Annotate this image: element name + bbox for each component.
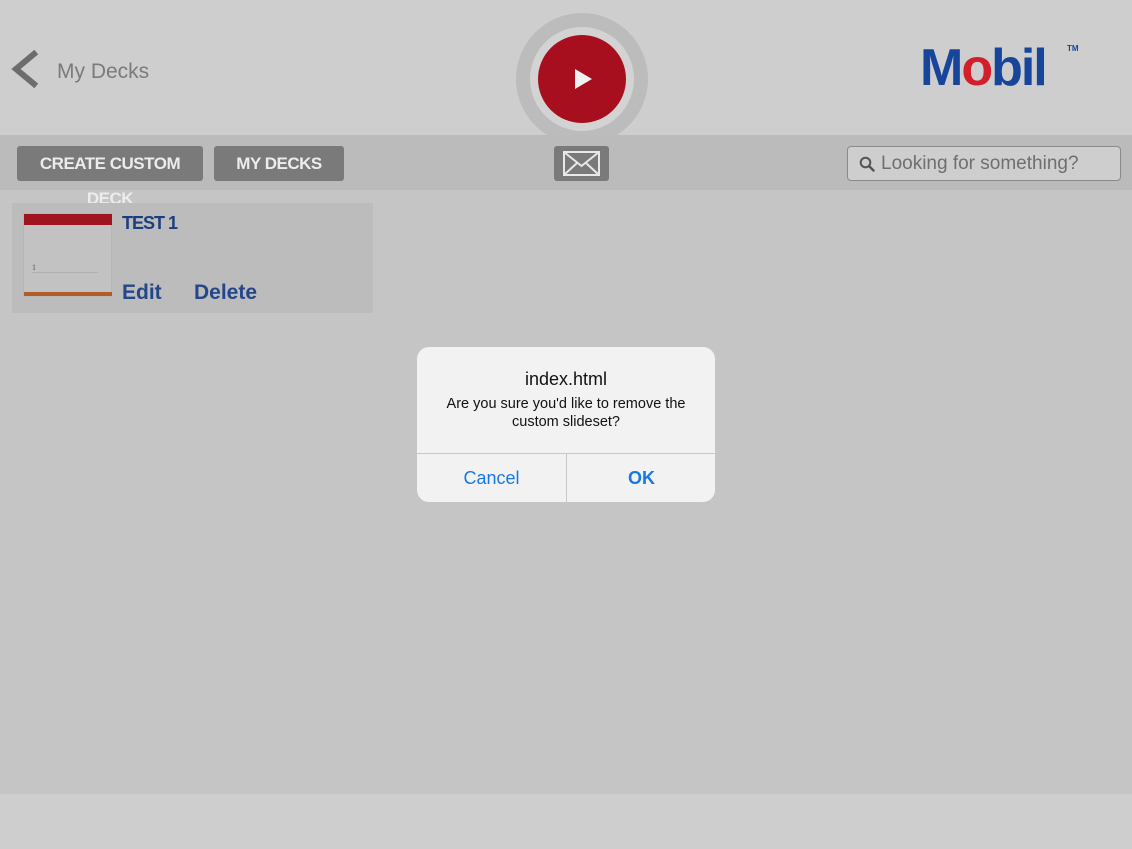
my-decks-button[interactable]: MY DECKS xyxy=(214,146,344,181)
toolbar: CREATE CUSTOM DECK MY DECKS xyxy=(0,135,1132,208)
deck-title: TEST 1 xyxy=(122,213,178,233)
search-icon xyxy=(859,156,875,172)
deck-thumbnail[interactable]: 1 xyxy=(23,213,112,297)
create-custom-deck-button[interactable]: CREATE CUSTOM DECK xyxy=(17,146,203,208)
ok-button[interactable]: OK xyxy=(567,454,715,502)
cancel-button[interactable]: Cancel xyxy=(417,454,566,502)
confirm-dialog: index.html Are you sure you'd like to re… xyxy=(417,347,715,502)
deck-card: 1 TEST 1 Edit Delete xyxy=(12,203,373,313)
mail-icon xyxy=(563,151,600,176)
thumbnail-footer-bar xyxy=(24,292,112,296)
play-icon xyxy=(575,69,592,89)
mail-button[interactable] xyxy=(554,146,609,181)
thumbnail-header-bar xyxy=(24,214,112,225)
dialog-title: index.html xyxy=(524,369,608,389)
thumbnail-slide-number: 1 xyxy=(32,263,36,272)
search-box[interactable] xyxy=(847,146,1121,181)
thumbnail-divider xyxy=(32,272,98,273)
search-input[interactable] xyxy=(881,147,1117,180)
footer-bar xyxy=(0,794,1132,849)
edit-deck-link[interactable]: Edit xyxy=(122,281,162,305)
delete-deck-link[interactable]: Delete xyxy=(194,281,257,305)
play-button[interactable] xyxy=(538,35,626,123)
dialog-message: Are you sure you'd like to remove the cu… xyxy=(446,396,686,430)
